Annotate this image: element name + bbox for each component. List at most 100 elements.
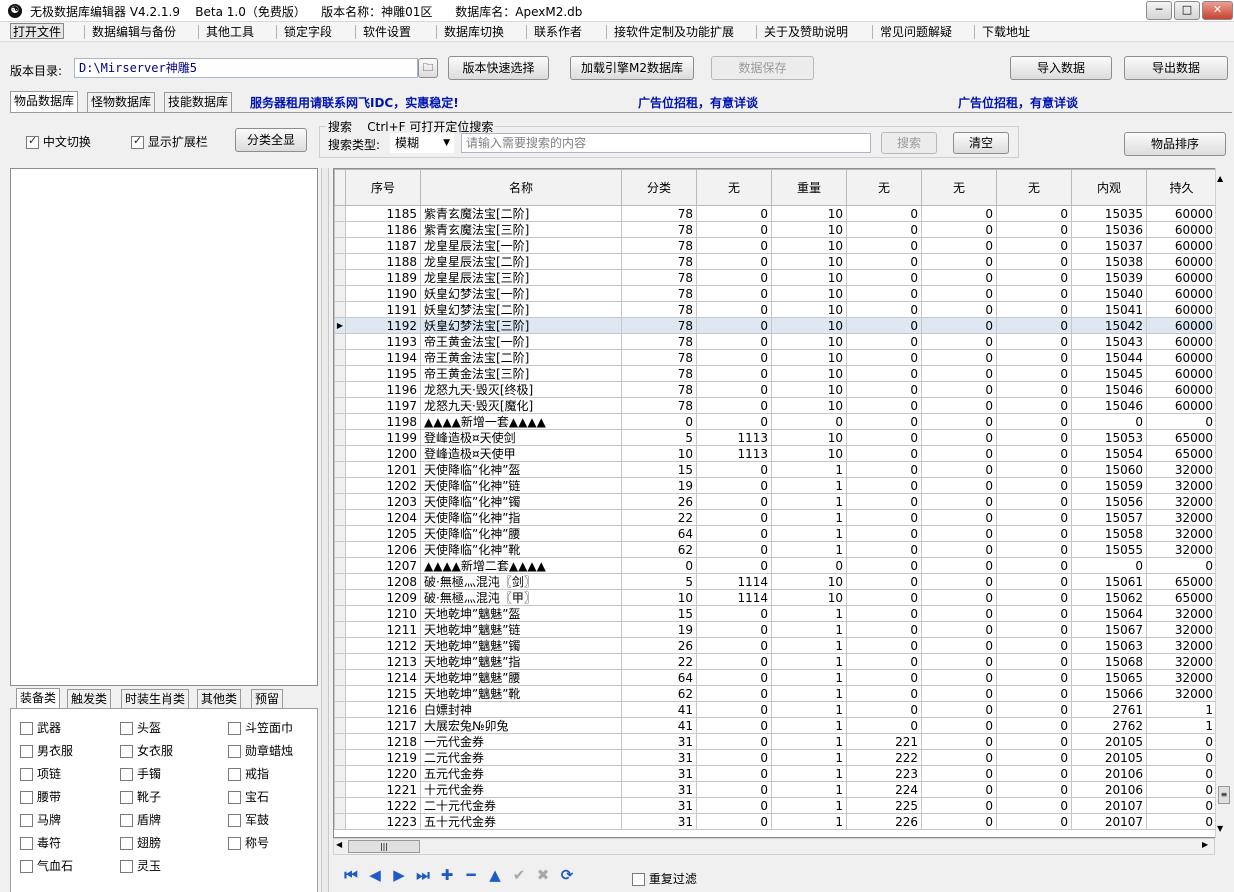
column-header[interactable]: 持久	[1146, 169, 1217, 206]
table-cell[interactable]: 60000	[1146, 301, 1217, 318]
row-indicator[interactable]	[334, 445, 346, 462]
tab-skills[interactable]: 技能数据库	[164, 92, 233, 112]
table-cell[interactable]: 0	[996, 733, 1072, 750]
column-header[interactable]: 无	[921, 169, 997, 206]
table-cell[interactable]: 天地乾坤”魑魅”腰	[420, 669, 622, 686]
table-cell[interactable]: 0	[921, 733, 997, 750]
table-cell[interactable]: 78	[621, 349, 697, 366]
table-cell[interactable]: 0	[996, 301, 1072, 318]
category-tab[interactable]: 预留	[251, 689, 284, 709]
category-checkbox[interactable]: 腰带	[20, 788, 61, 805]
table-cell[interactable]: 15067	[1071, 621, 1147, 638]
table-cell[interactable]: 1	[771, 653, 847, 670]
table-cell[interactable]: 0	[921, 589, 997, 606]
table-cell[interactable]: 10	[771, 333, 847, 350]
close-button[interactable]: ✕	[1202, 1, 1233, 20]
table-cell[interactable]: 15045	[1071, 365, 1147, 382]
table-cell[interactable]: 10	[771, 349, 847, 366]
table-cell[interactable]: ▲▲▲▲新增二套▲▲▲▲	[420, 557, 622, 574]
table-cell[interactable]: 1	[771, 461, 847, 478]
table-cell[interactable]: 0	[921, 413, 997, 430]
table-cell[interactable]: 78	[621, 333, 697, 350]
table-cell[interactable]: 0	[846, 445, 922, 462]
checkbox-icon[interactable]	[20, 837, 33, 850]
table-cell[interactable]: 1113	[696, 429, 772, 446]
table-cell[interactable]: 0	[921, 717, 997, 734]
table-cell[interactable]: 0	[996, 525, 1072, 542]
table-cell[interactable]: 78	[621, 285, 697, 302]
checkbox-icon[interactable]	[228, 814, 241, 827]
dir-field[interactable]: D:\Mirserver神雕5	[74, 58, 418, 78]
table-cell[interactable]: 10	[771, 285, 847, 302]
table-cell[interactable]: 五十元代金券	[420, 813, 622, 830]
show-ext-toggle[interactable]: 显示扩展栏	[131, 133, 208, 150]
table-cell[interactable]: 0	[846, 701, 922, 718]
row-indicator[interactable]	[334, 365, 346, 382]
table-cell[interactable]: 0	[996, 781, 1072, 798]
row-indicator[interactable]	[334, 237, 346, 254]
export-button[interactable]: 导出数据	[1124, 56, 1228, 80]
menu-item[interactable]: 打开文件	[10, 23, 65, 39]
category-tab[interactable]: 其他类	[197, 689, 242, 709]
table-cell[interactable]: 0	[696, 525, 772, 542]
table-cell[interactable]: 15060	[1071, 461, 1147, 478]
column-header[interactable]: 重量	[771, 169, 847, 206]
table-cell[interactable]: 22	[621, 653, 697, 670]
column-header[interactable]: 无	[696, 169, 772, 206]
table-cell[interactable]: 1201	[345, 461, 421, 478]
table-cell[interactable]: 0	[846, 621, 922, 638]
menu-item[interactable]: 数据库切换	[444, 24, 504, 40]
menu-item[interactable]: 数据编辑与备份	[92, 24, 176, 40]
table-cell[interactable]: 78	[621, 269, 697, 286]
table-cell[interactable]: 0	[921, 269, 997, 286]
folder-icon[interactable]: 🗀	[418, 58, 438, 78]
table-cell[interactable]: 1197	[345, 397, 421, 414]
table-cell[interactable]: 20105	[1071, 749, 1147, 766]
menu-item[interactable]: 锁定字段	[284, 24, 332, 40]
table-row[interactable]: 1197 龙怒九天·毁灭[魔化] 78 0 10 0 0 0 15046 60000	[334, 397, 1217, 414]
table-cell[interactable]: 0	[696, 653, 772, 670]
checkbox-icon[interactable]	[632, 873, 645, 886]
row-indicator[interactable]	[334, 477, 346, 494]
table-cell[interactable]: 0	[996, 701, 1072, 718]
delete-icon[interactable]: ━	[462, 866, 480, 884]
table-row[interactable]: 1217 大展宏兔№卯兔 41 0 1 0 0 0 2762 1	[334, 717, 1217, 734]
table-cell[interactable]: 0	[846, 333, 922, 350]
category-checkbox[interactable]: 毒符	[20, 834, 61, 851]
maximize-button[interactable]: □	[1174, 1, 1200, 20]
table-cell[interactable]: 0	[996, 237, 1072, 254]
table-row[interactable]: 1194 帝王黄金法宝[二阶] 78 0 10 0 0 0 15044 60000	[334, 349, 1217, 366]
table-cell[interactable]: 天使降临”化神”链	[420, 477, 622, 494]
search-button[interactable]: 搜索	[881, 132, 937, 154]
table-cell[interactable]: 1210	[345, 605, 421, 622]
table-cell[interactable]: 0	[696, 253, 772, 270]
table-cell[interactable]: 222	[846, 749, 922, 766]
table-cell[interactable]: 78	[621, 381, 697, 398]
minimize-button[interactable]: ─	[1146, 1, 1172, 20]
table-cell[interactable]: 0	[846, 285, 922, 302]
table-cell[interactable]: 1186	[345, 221, 421, 238]
table-cell[interactable]: 0	[996, 669, 1072, 686]
table-cell[interactable]: 0	[1146, 813, 1217, 830]
post-icon[interactable]: ✔	[510, 866, 528, 884]
table-cell[interactable]: 0	[921, 285, 997, 302]
table-cell[interactable]: 0	[696, 557, 772, 574]
item-list-panel[interactable]	[10, 168, 318, 686]
table-cell[interactable]: 15042	[1071, 317, 1147, 334]
table-row[interactable]: 1222 二十元代金券 31 0 1 225 0 0 20107 0	[334, 797, 1217, 814]
table-cell[interactable]: 0	[921, 477, 997, 494]
table-row[interactable]: 1213 天地乾坤”魑魅”指 22 0 1 0 0 0 15068 32000	[334, 653, 1217, 670]
category-checkbox[interactable]: 头盔	[120, 719, 161, 736]
scroll-thumb[interactable]: |||	[348, 840, 420, 853]
table-cell[interactable]: 1114	[696, 589, 772, 606]
table-cell[interactable]: 31	[621, 733, 697, 750]
table-cell[interactable]: 0	[996, 797, 1072, 814]
table-cell[interactable]: 0	[696, 413, 772, 430]
table-cell[interactable]: 十元代金券	[420, 781, 622, 798]
checkbox-icon[interactable]	[228, 837, 241, 850]
table-cell[interactable]: 0	[696, 349, 772, 366]
row-indicator[interactable]	[334, 781, 346, 798]
table-cell[interactable]: 0	[996, 717, 1072, 734]
table-cell[interactable]: 20107	[1071, 813, 1147, 830]
show-all-button[interactable]: 分类全显	[235, 128, 307, 152]
